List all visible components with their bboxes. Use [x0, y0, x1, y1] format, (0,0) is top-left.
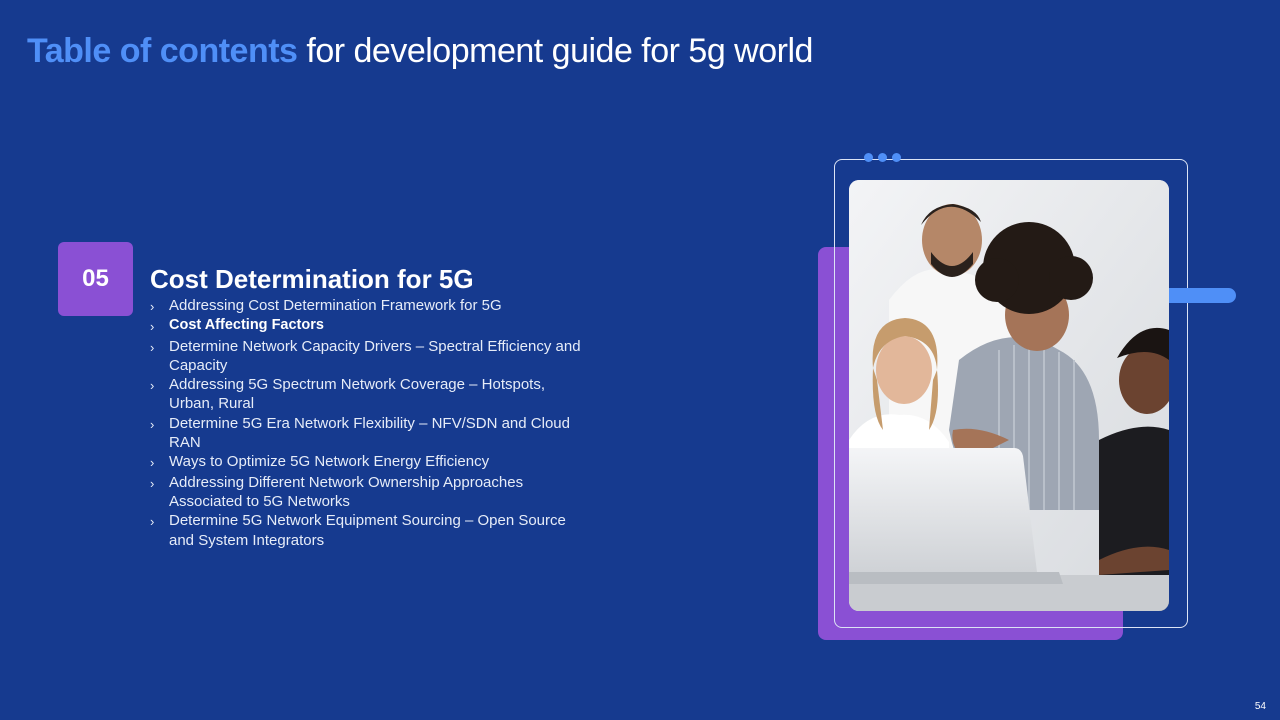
- slide-title-accent: Table of contents: [27, 32, 298, 70]
- decorative-blue-bar: [1160, 288, 1236, 303]
- chevron-right-icon: ›: [150, 319, 155, 335]
- toc-list: › Addressing Cost Determination Framework…: [150, 296, 590, 550]
- toc-item-text: Determine 5G Era Network Flexibility – N…: [169, 414, 570, 452]
- chevron-right-icon: ›: [150, 514, 155, 530]
- toc-item-text: Cost Affecting Factors: [169, 317, 324, 334]
- toc-item[interactable]: › Ways to Optimize 5G Network Energy Effi…: [150, 452, 590, 472]
- toc-item-text: Ways to Optimize 5G Network Energy Effic…: [169, 453, 490, 471]
- chevron-right-icon: ›: [150, 299, 155, 314]
- decorative-dots: [864, 153, 901, 162]
- section-number-badge: 05: [58, 242, 133, 316]
- slide-title: Table of contents for development guide …: [27, 30, 813, 72]
- toc-item-text: Addressing Cost Determination Framework …: [169, 297, 502, 314]
- toc-item-text: Addressing 5G Spectrum Network Coverage …: [169, 376, 546, 413]
- team-photo-icon: [849, 180, 1169, 611]
- toc-item-text: Addressing Different Network Ownership A…: [169, 473, 524, 510]
- toc-item[interactable]: › Addressing Different Network Ownership …: [150, 473, 590, 512]
- toc-item[interactable]: › Addressing 5G Spectrum Network Coverage…: [150, 375, 590, 414]
- chevron-right-icon: ›: [150, 378, 155, 394]
- chevron-right-icon: ›: [150, 339, 155, 355]
- toc-item-text: Determine 5G Network Equipment Sourcing …: [169, 512, 566, 549]
- toc-item-active[interactable]: › Cost Affecting Factors: [150, 316, 590, 336]
- chevron-right-icon: ›: [150, 416, 155, 432]
- slide-title-rest: for development guide for 5g world: [297, 32, 813, 70]
- toc-item[interactable]: › Addressing Cost Determination Framework…: [150, 296, 590, 316]
- chevron-right-icon: ›: [150, 455, 155, 471]
- toc-item[interactable]: › Determine 5G Era Network Flexibility – …: [150, 414, 590, 453]
- team-photo: [849, 180, 1169, 611]
- chevron-right-icon: ›: [150, 475, 155, 491]
- toc-item[interactable]: › Determine 5G Network Equipment Sourcing…: [150, 511, 590, 550]
- section-heading: Cost Determination for 5G: [150, 264, 474, 294]
- page-number: 54: [1254, 701, 1266, 712]
- toc-item-text: Determine Network Capacity Drivers – Spe…: [169, 337, 581, 374]
- toc-item[interactable]: › Determine Network Capacity Drivers – Sp…: [150, 337, 590, 376]
